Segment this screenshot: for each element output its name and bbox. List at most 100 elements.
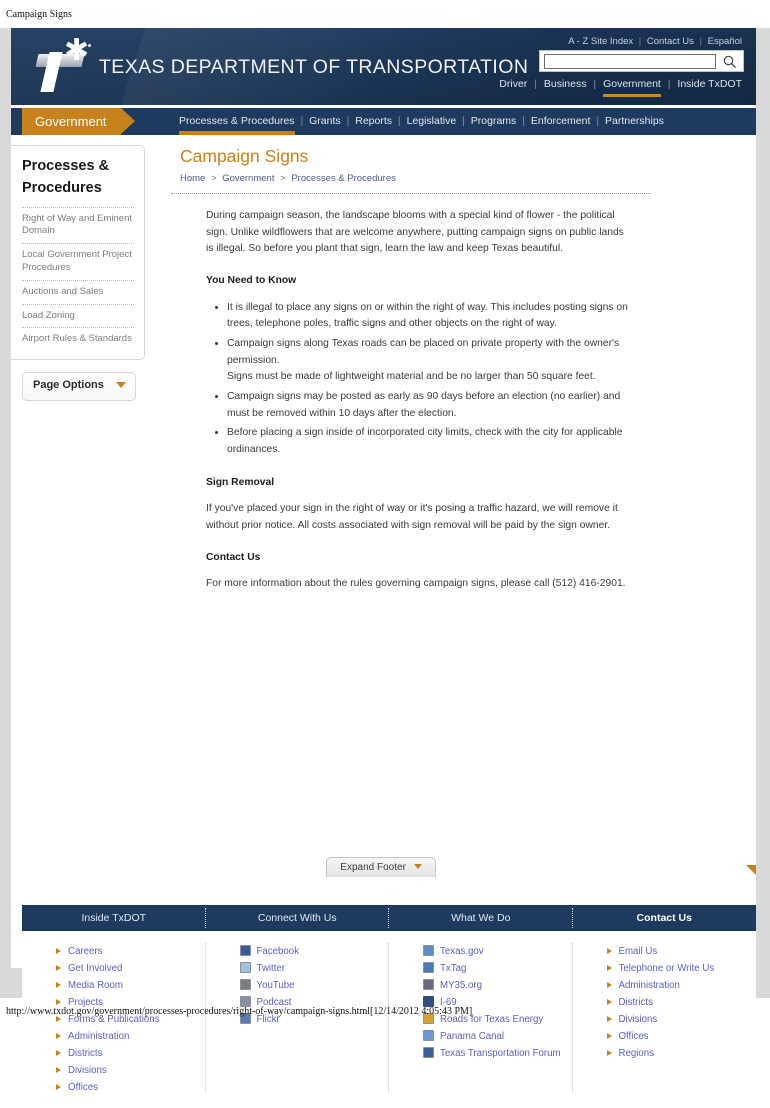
breadcrumb-government[interactable]: Government [222,173,274,184]
footer-link-facebook[interactable]: Facebook [239,943,390,960]
section-separator: | [667,78,671,90]
footer-link-label: MY35.org [440,980,482,991]
list-item-text: It is illegal to place any signs on or w… [227,301,628,330]
twitter-icon [239,962,251,973]
list-item-text: Campaign signs may be posted as early as… [227,391,621,419]
section-link-government[interactable]: Government [603,78,661,97]
section-link-inside-txdot[interactable]: Inside TxDOT [677,78,742,90]
footer-link-divisions[interactable]: Divisions [56,1062,206,1079]
nav-item-grants[interactable]: Grants [309,115,341,127]
footer-column-connect-with-us: Facebook Twitter YouTube Podcast Flickr [206,943,390,1108]
footer-link-districts[interactable]: Districts [56,1045,206,1062]
sidebar-item-auctions-and-sales[interactable]: Auctions and Sales [22,281,134,304]
footer-link-my35-org[interactable]: MY35.org [423,977,573,994]
arrow-right-icon [56,999,61,1005]
nav-item-partnerships[interactable]: Partnerships [605,115,664,127]
search-icon [723,55,737,68]
footer-link-telephone-or-write-us[interactable]: Telephone or Write Us [606,960,757,977]
expand-footer-button[interactable]: Expand Footer [326,857,436,877]
footer-link-label: YouTube [256,980,295,991]
footer-link-txtag[interactable]: TxTag [423,960,573,977]
arrow-right-icon [56,982,61,988]
page-options-label: Page Options [33,379,104,392]
arrow-right-icon [56,965,61,971]
nav-item-programs[interactable]: Programs [471,115,517,127]
sign-removal-paragraph: If you've placed your sign in the right … [206,503,618,532]
footer-link-divisions[interactable]: Divisions [606,1011,757,1028]
footer-link-regions[interactable]: Regions [606,1045,757,1062]
nav-separator: | [346,115,350,127]
footer-link-email-us[interactable]: Email Us [606,943,757,960]
footer-link-label: Telephone or Write Us [618,963,715,974]
sidebar: Processes & Procedures Right of Way and … [11,145,145,402]
chevron-down-icon [116,382,126,389]
need-to-know-list: It is illegal to place any signs on or w… [206,300,633,459]
footer-link-administration[interactable]: Administration [56,1028,206,1045]
footer-link-label: Media Room [68,980,123,991]
list-item-text: Campaign signs along Texas roads can be … [227,338,620,366]
search-button[interactable] [722,53,740,70]
footer-tab-connect-with-us[interactable]: Connect With Us [206,905,390,931]
section-link-business[interactable]: Business [544,78,587,90]
footer-link-districts[interactable]: Districts [606,994,757,1011]
search-box [539,50,744,72]
footer-link-administration[interactable]: Administration [606,977,757,994]
footer-link-twitter[interactable]: Twitter [239,960,390,977]
footer-link-careers[interactable]: Careers [56,943,206,960]
breadcrumb-separator: > [210,173,217,184]
arrow-right-icon [56,1084,61,1090]
footer-tab-inside-txdot[interactable]: Inside TxDOT [22,905,206,931]
sidebar-item-right-of-way[interactable]: Right of Way and Eminent Domain [22,208,134,244]
nav-separator: | [596,115,600,127]
footer-link-label: Facebook [256,946,300,957]
page-frame: ✱ TEXAS DEPARTMENT OF TRANSPORTATION A -… [0,28,770,1108]
util-link-contact-us[interactable]: Contact Us [647,36,694,47]
arrow-right-icon [606,999,612,1005]
nav-item-enforcement[interactable]: Enforcement [531,115,591,127]
page-inner: ✱ TEXAS DEPARTMENT OF TRANSPORTATION A -… [11,28,757,1108]
navbar-items: Processes & Procedures | Grants | Report… [179,108,664,135]
arrow-right-icon [56,1050,61,1056]
chevron-down-icon [413,864,422,869]
page-options-button[interactable]: Page Options [22,372,136,402]
footer-tab-what-we-do[interactable]: What We Do [389,905,573,931]
footer-tab-contact-us[interactable]: Contact Us [573,905,757,931]
footer-columns: Careers Get Involved Media Room Projects… [22,931,756,1108]
expand-footer-bar: Expand Footer [11,857,756,879]
sidebar-item-load-zoning[interactable]: Load Zoning [22,305,134,328]
footer-link-youtube[interactable]: YouTube [239,977,390,994]
arrow-right-icon [606,948,612,954]
txdot-logo[interactable]: ✱ [35,34,105,94]
print-header-title: Campaign Signs [6,9,72,20]
nav-item-legislative[interactable]: Legislative [407,115,457,127]
arrow-right-icon [606,1016,612,1022]
sidebar-item-local-government-project-procedures[interactable]: Local Government Project Procedures [22,244,134,280]
footer-link-texas-gov[interactable]: Texas.gov [423,943,573,960]
corner-flag-icon [746,865,756,875]
list-item: Campaign signs may be posted as early as… [227,389,633,422]
sidebar-item-airport-rules-standards[interactable]: Airport Rules & Standards [22,328,134,351]
forum-icon [423,1047,434,1058]
list-item-text: Before placing a sign inside of incorpor… [227,427,623,456]
util-link-espanol[interactable]: Español [708,36,742,47]
section-links: Driver | Business | Government | Inside … [499,78,742,97]
section-link-driver[interactable]: Driver [499,78,527,90]
footer-link-offices[interactable]: Offices [606,1028,757,1045]
search-input[interactable] [544,54,716,69]
nav-item-processes-procedures[interactable]: Processes & Procedures [179,108,295,135]
txtag-icon [423,962,434,973]
footer-link-media-room[interactable]: Media Room [56,977,206,994]
breadcrumb-home[interactable]: Home [180,173,205,184]
nav-item-reports[interactable]: Reports [355,115,392,127]
footer-link-panama-canal[interactable]: Panama Canal [423,1028,573,1045]
footer-link-label: Divisions [68,1065,107,1076]
breadcrumb-processes-procedures[interactable]: Processes & Procedures [291,173,396,184]
logo-star-icon: ✱ [64,34,90,67]
footer-link-get-involved[interactable]: Get Involved [56,960,206,977]
footer-link-offices[interactable]: Offices [56,1079,206,1096]
footer-link-label: Regions [618,1048,655,1059]
util-link-a-z-site-index[interactable]: A - Z Site Index [568,36,633,47]
article-body: During campaign season, the landscape bl… [206,194,633,593]
footer-link-label: Twitter [256,963,286,974]
footer-link-texas-transportation-forum[interactable]: Texas Transportation Forum [423,1045,573,1062]
